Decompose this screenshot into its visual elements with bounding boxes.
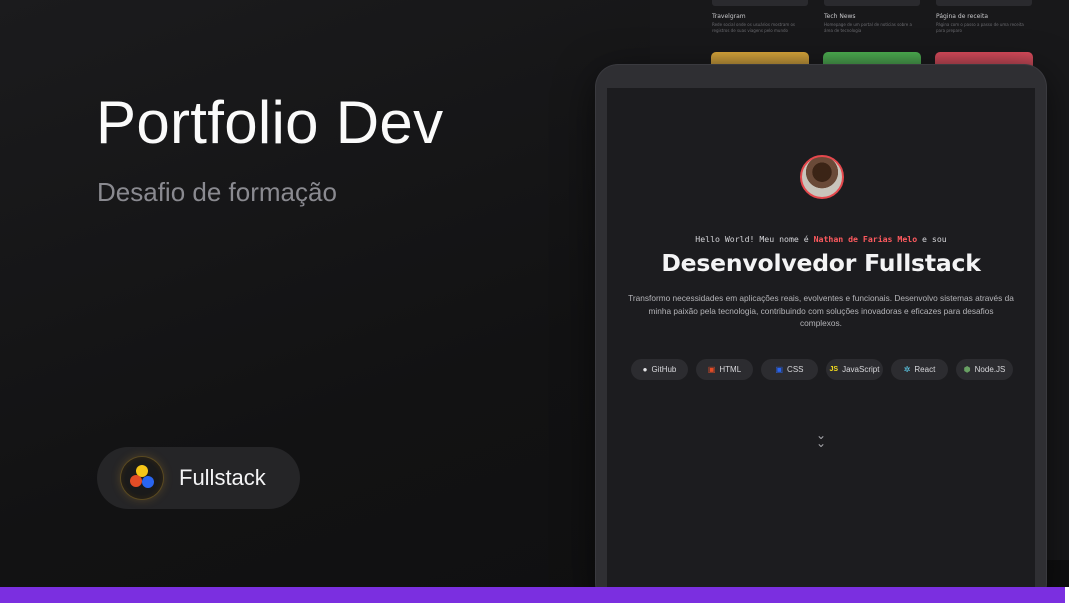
role-heading: Desenvolvedor Fullstack xyxy=(661,249,981,277)
avatar xyxy=(800,155,844,199)
tech-chip-react[interactable]: ✲ React xyxy=(891,359,948,380)
css-icon: ▣ xyxy=(775,364,784,374)
chevrons-down-icon[interactable]: ⌄ ⌄ xyxy=(813,429,829,449)
project-text: Homepage de um portal de notícias sobre … xyxy=(824,22,912,33)
react-icon: ✲ xyxy=(903,364,911,374)
tech-chip-css[interactable]: ▣ CSS xyxy=(761,359,818,380)
nodejs-icon: ⬢ xyxy=(963,364,971,374)
project-title: Travelgram xyxy=(712,13,746,20)
github-icon: ● xyxy=(642,364,648,374)
badge-label: Fullstack xyxy=(179,465,266,490)
greeting-prefix: Hello World! Meu nome é xyxy=(695,234,814,244)
tech-chip-nodejs[interactable]: ⬢ Node.JS xyxy=(956,359,1013,380)
tech-label: HTML xyxy=(719,365,742,374)
project-card: Tech News Homepage de um portal de notíc… xyxy=(824,0,924,40)
portfolio-preview-screen: Hello World! Meu nome é Nathan de Farias… xyxy=(607,88,1035,588)
fullstack-logo-icon xyxy=(121,457,163,499)
page-subtitle: Desafio de formação xyxy=(97,177,337,207)
javascript-icon: JS xyxy=(829,366,839,373)
tech-chip-javascript[interactable]: JS JavaScript xyxy=(826,359,883,380)
tech-label: React xyxy=(914,365,936,374)
project-card: Travelgram Rede social onde os usuários … xyxy=(712,0,812,40)
project-title: Tech News xyxy=(824,13,856,20)
tech-chip-html[interactable]: ▣ HTML xyxy=(696,359,753,380)
page-title: Portfolio Dev xyxy=(96,89,444,156)
description-text: Transformo necessidades em aplicações re… xyxy=(628,293,1014,328)
project-title: Página de receita xyxy=(936,13,989,20)
greeting-name: Nathan de Farias Melo xyxy=(813,234,918,244)
project-text: Rede social onde os usuários mostram os … xyxy=(712,22,796,33)
project-text: Página com o passo a passo de uma receit… xyxy=(936,22,1024,33)
project-card: Página de receita Página com o passo a p… xyxy=(936,0,1036,40)
tech-list: ● GitHub ▣ HTML ▣ CSS JS JavaScript ✲ React ⬢… xyxy=(631,359,1015,380)
tech-chip-github[interactable]: ● GitHub xyxy=(631,359,688,380)
accent-bar xyxy=(0,587,1069,603)
greeting-text: Hello World! Meu nome é Nathan de Farias… xyxy=(607,234,1035,244)
fullstack-badge: Fullstack xyxy=(97,447,300,509)
tech-label: CSS xyxy=(787,365,804,374)
tech-label: Node.JS xyxy=(974,365,1006,374)
html-icon: ▣ xyxy=(707,364,716,374)
tech-label: JavaScript xyxy=(842,365,880,374)
greeting-suffix: e sou xyxy=(917,234,947,244)
tech-label: GitHub xyxy=(651,365,677,374)
